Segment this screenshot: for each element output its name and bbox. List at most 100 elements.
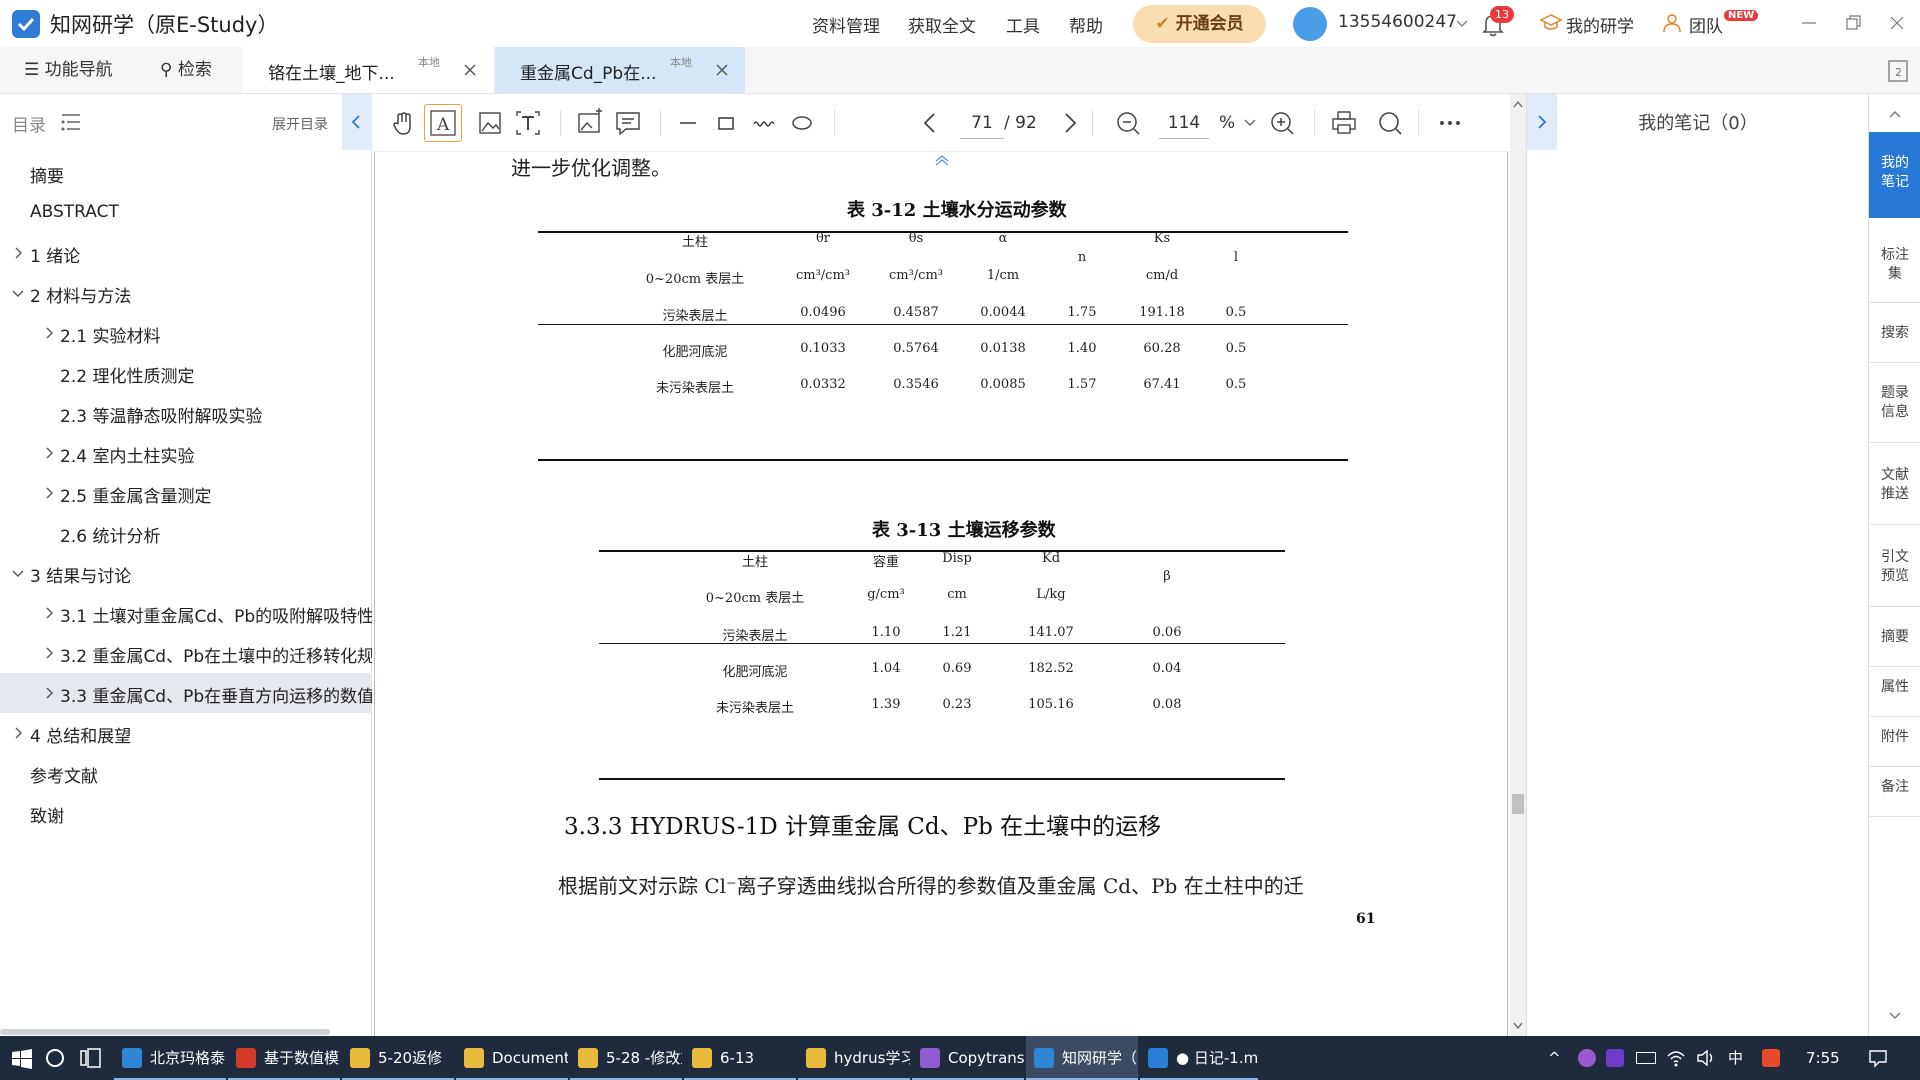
minimize-icon[interactable] — [1794, 8, 1824, 38]
toc-item-2[interactable]: 2 材料与方法 — [0, 273, 372, 313]
restore-icon[interactable] — [1838, 8, 1868, 38]
image-select-icon[interactable] — [474, 107, 506, 139]
page-number-input[interactable]: 71 — [960, 107, 1004, 139]
chevron-right-icon[interactable] — [43, 647, 55, 659]
toc-list-icon[interactable] — [60, 112, 82, 132]
scroll-down-arrow-icon[interactable] — [1513, 1022, 1523, 1030]
rail-abstract[interactable]: 摘要 — [1869, 618, 1920, 658]
menu-help[interactable]: 帮助 — [1069, 12, 1103, 37]
tab-document-cd-pb[interactable]: 重金属Cd_Pb在... 本地 — [495, 47, 745, 93]
more-icon[interactable] — [1434, 107, 1466, 139]
toc-item-references[interactable]: 参考文献 — [0, 753, 372, 793]
tray-app-icon[interactable] — [1606, 1049, 1624, 1067]
text-select-tool[interactable]: A — [424, 104, 462, 142]
taskbar-app[interactable]: 知网研学（... — [1026, 1036, 1138, 1080]
toc-item-3-1[interactable]: 3.1 土壤对重金属Cd、Pb的吸附解吸特性 — [0, 593, 372, 633]
taskbar-app[interactable]: 北京玛格泰... — [114, 1036, 226, 1080]
rail-my-notes[interactable]: 我的笔记 — [1869, 132, 1920, 218]
vip-button[interactable]: ✔ 开通会员 — [1133, 5, 1266, 43]
line-icon[interactable] — [672, 107, 704, 139]
toc-item-abstract-cn[interactable]: 摘要 — [0, 153, 372, 193]
document-viewer[interactable]: 进一步优化调整。 表 3-12 土壤水分运动参数 土柱 θr θs α n Ks l 0~20… — [374, 152, 1510, 1036]
team-link[interactable]: 团队 — [1689, 12, 1723, 37]
search-button[interactable]: ⚲ 检索 — [160, 47, 212, 93]
chevron-right-icon[interactable] — [43, 687, 55, 699]
chevron-right-icon[interactable] — [43, 487, 55, 499]
taskbar-app[interactable]: 5-28 -修改重... — [570, 1036, 682, 1080]
zoom-out-icon[interactable] — [1112, 107, 1144, 139]
toc-item-2-6[interactable]: 2.6 统计分析 — [0, 513, 372, 553]
zoom-input[interactable]: 114 — [1159, 107, 1209, 139]
taskbar-app[interactable]: hydrus学习... — [798, 1036, 910, 1080]
rail-recommend[interactable]: 文献推送 — [1869, 456, 1920, 516]
windows-start-icon[interactable] — [12, 1049, 32, 1069]
rail-attachments[interactable]: 附件 — [1869, 718, 1920, 758]
print-icon[interactable] — [1328, 107, 1360, 139]
chevron-right-icon[interactable] — [43, 327, 55, 339]
menu-resource-management[interactable]: 资料管理 — [812, 12, 880, 37]
next-page-icon[interactable] — [1054, 107, 1086, 139]
rail-bibliography[interactable]: 题录信息 — [1869, 374, 1920, 434]
expand-toc-button[interactable]: 展开目录 — [272, 114, 328, 134]
zoom-in-icon[interactable] — [1266, 107, 1298, 139]
toc-item-thanks[interactable]: 致谢 — [0, 793, 372, 833]
rail-remarks[interactable]: 备注 — [1869, 768, 1920, 808]
toc-item-3-3[interactable]: 3.3 重金属Cd、Pb在垂直方向运移的数值模拟 — [0, 673, 372, 713]
chevron-right-icon[interactable] — [43, 447, 55, 459]
toc-item-abstract-en[interactable]: ABSTRACT — [0, 193, 372, 233]
tab-document-chromium[interactable]: 铬在土壤_地下... 本地 — [243, 47, 493, 93]
menu-get-fulltext[interactable]: 获取全文 — [908, 12, 976, 37]
close-window-icon[interactable] — [1882, 8, 1912, 38]
taskbar-app[interactable]: 6-13 — [684, 1036, 796, 1080]
rail-annotations[interactable]: 标注集 — [1869, 236, 1920, 296]
toc-item-3[interactable]: 3 结果与讨论 — [0, 553, 372, 593]
clock[interactable]: 7:55 — [1806, 1036, 1840, 1080]
ime-indicator[interactable]: 中 — [1728, 1036, 1743, 1080]
hand-tool-icon[interactable] — [388, 107, 420, 139]
find-icon[interactable] — [1374, 107, 1406, 139]
side-panel-icon[interactable]: 2 — [1888, 60, 1908, 82]
scroll-up-arrow-icon[interactable] — [1513, 100, 1523, 108]
rail-citation-preview[interactable]: 引文预览 — [1869, 538, 1920, 598]
chevron-down-icon[interactable] — [12, 287, 24, 299]
chevron-up-icon[interactable] — [1889, 110, 1901, 118]
taskbar-app[interactable]: Copytransla... — [912, 1036, 1024, 1080]
chevron-right-icon[interactable] — [43, 607, 55, 619]
chevron-down-icon[interactable] — [1456, 20, 1468, 28]
toc-item-2-2[interactable]: 2.2 理化性质测定 — [0, 353, 372, 393]
chevron-down-icon[interactable] — [1889, 1012, 1901, 1020]
chevron-right-icon[interactable] — [12, 247, 24, 259]
tray-app-icon[interactable] — [1578, 1049, 1596, 1067]
prev-page-icon[interactable] — [914, 107, 946, 139]
rail-properties[interactable]: 属性 — [1869, 668, 1920, 708]
wifi-icon[interactable] — [1666, 1049, 1686, 1067]
vertical-scrollbar[interactable] — [1510, 94, 1526, 1036]
wave-line-icon[interactable] — [748, 107, 780, 139]
tray-expand-icon[interactable]: ^ — [1548, 1036, 1561, 1080]
menu-tools[interactable]: 工具 — [1006, 12, 1040, 37]
toc-item-2-1[interactable]: 2.1 实验材料 — [0, 313, 372, 353]
rectangle-icon[interactable] — [710, 107, 742, 139]
chevron-down-icon[interactable] — [12, 567, 24, 579]
chevron-right-icon[interactable] — [12, 727, 24, 739]
comment-icon[interactable] — [612, 107, 644, 139]
ellipse-icon[interactable] — [786, 107, 818, 139]
volume-icon[interactable] — [1696, 1049, 1716, 1067]
nav-button[interactable]: ☰ 功能导航 — [24, 47, 113, 93]
scroll-up-chevron-icon[interactable] — [930, 152, 954, 166]
close-icon[interactable] — [713, 61, 731, 79]
toc-item-2-5[interactable]: 2.5 重金属含量测定 — [0, 473, 372, 513]
toc-item-4[interactable]: 4 总结和展望 — [0, 713, 372, 753]
taskbar-app[interactable]: 5-20返修 — [342, 1036, 454, 1080]
toc-item-2-3[interactable]: 2.3 等温静态吸附解吸实验 — [0, 393, 372, 433]
cortana-circle-icon[interactable] — [45, 1048, 65, 1068]
collapse-sidebar-button[interactable] — [342, 94, 372, 150]
battery-icon[interactable] — [1636, 1052, 1656, 1064]
toc-item-3-2[interactable]: 3.2 重金属Cd、Pb在土壤中的迁移转化规律 — [0, 633, 372, 673]
toc-item-2-4[interactable]: 2.4 室内土柱实验 — [0, 433, 372, 473]
sogou-ime-icon[interactable] — [1762, 1049, 1780, 1067]
insert-image-icon[interactable] — [574, 107, 606, 139]
task-view-icon[interactable] — [80, 1048, 102, 1068]
close-icon[interactable] — [461, 61, 479, 79]
my-study-link[interactable]: 我的研学 — [1566, 12, 1634, 37]
